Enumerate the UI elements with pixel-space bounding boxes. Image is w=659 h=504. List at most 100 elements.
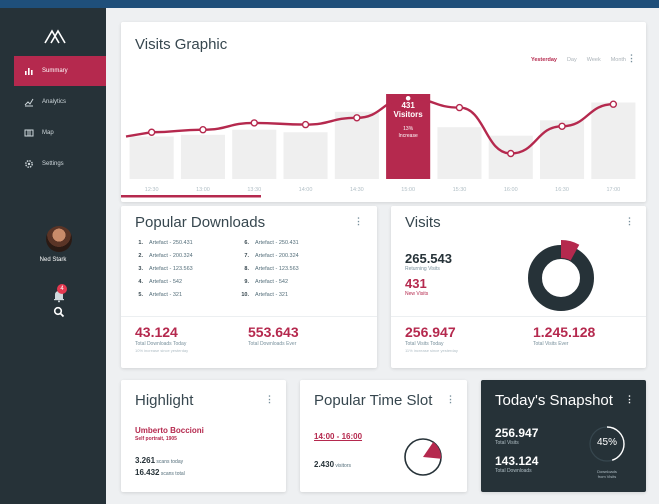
user-name: Ned Stark xyxy=(39,257,67,263)
menu-icon[interactable]: ⋮ xyxy=(265,394,274,405)
highlight-label-0: 431 xyxy=(401,101,415,110)
visits-chart: 12:30 13:00 13:30 14:00 14:30 15:00 15:30 16:00… xyxy=(121,94,636,198)
list-item[interactable]: 2. Artefact - 200.324 xyxy=(131,253,192,266)
returning-visits-label: Returning Visits xyxy=(405,266,440,272)
visits-ever-label: Total Visits Ever xyxy=(533,341,569,347)
card-title: Popular Time Slot xyxy=(314,392,433,409)
downloads-list-right: 6. Artefact - 250.431 7. Artefact - 200.32… xyxy=(237,240,299,305)
snapshot-percent-label-2: from Visits xyxy=(597,474,617,479)
highlight-card: Highlight ⋮ Umberto Boccioni Self portra… xyxy=(121,380,286,492)
list-item[interactable]: 1. Artefact - 250.431 xyxy=(131,240,192,253)
snapshot-downloads-value: 143.124 xyxy=(495,454,539,468)
line-point xyxy=(250,119,258,127)
visits-donut-chart xyxy=(523,240,599,316)
x-tick-label: 13:30 xyxy=(247,187,261,193)
gear-icon xyxy=(25,160,33,168)
card-title: Today's Snapshot xyxy=(495,392,613,409)
avatar[interactable] xyxy=(46,226,72,252)
returning-visits-value: 265.543 xyxy=(405,251,452,266)
line-point xyxy=(301,120,310,129)
sidebar-item-map[interactable]: Map xyxy=(14,118,106,148)
line-point xyxy=(455,103,464,112)
list-item[interactable]: 5. Artefact - 321 xyxy=(131,292,193,305)
time-slot-clock-chart xyxy=(404,438,442,476)
menu-icon[interactable]: ⋮ xyxy=(625,216,634,227)
chart-bar xyxy=(437,127,482,179)
sidebar-item-label: Summary xyxy=(42,68,68,74)
list-item[interactable]: 3. Artefact - 123.563 xyxy=(131,266,192,279)
x-tick-label: 14:00 xyxy=(299,187,313,193)
x-tick-label: 15:00 xyxy=(401,187,415,193)
sidebar-item-label: Map xyxy=(42,130,54,136)
line-point xyxy=(558,122,566,131)
chart-bar xyxy=(591,102,636,179)
downloads-today-label: Total Downloads Today xyxy=(135,341,187,347)
x-tick-label: 16:00 xyxy=(504,187,518,193)
time-slot-visitors: 2.430 visitors xyxy=(314,460,351,469)
visits-card: Visits ⋮ 265.543 Returning Visits 431 Ne… xyxy=(391,206,646,368)
x-tick-label: 14:30 xyxy=(350,187,364,193)
list-item[interactable]: 8. Artefact - 123.563 xyxy=(237,266,298,279)
downloads-today-note: 10% increase since yesterday xyxy=(135,348,189,353)
chart-bar xyxy=(232,129,277,179)
chart-bar xyxy=(488,135,533,179)
new-visits-value: 431 xyxy=(405,276,427,291)
sidebar-item-label: Analytics xyxy=(42,99,67,105)
popular-downloads-card: Popular Downloads ⋮ 1. Artefact - 250.431… xyxy=(121,206,377,368)
line-point xyxy=(609,100,618,108)
menu-icon[interactable]: ⋮ xyxy=(354,216,363,227)
dashboard: Summary Analytics Map Settings Ned Stark… xyxy=(0,8,659,504)
downloads-today-value: 43.124 xyxy=(135,324,178,340)
highlight-label-3: Increase xyxy=(399,133,418,139)
visits-today-label: Total Visits Today xyxy=(405,341,444,347)
highlight-subtitle: Self portrait, 1905 xyxy=(135,436,177,442)
visits-today-value: 256.947 xyxy=(405,324,456,340)
scans-today: 3.261 scans today xyxy=(135,456,184,465)
popular-time-slot-card: Popular Time Slot ⋮ 14:00 - 16:00 2.430 … xyxy=(300,380,467,492)
x-tick-label: 15:30 xyxy=(453,187,467,193)
card-title: Visits xyxy=(405,214,441,231)
highlight-name[interactable]: Umberto Boccioni xyxy=(135,426,204,435)
analytics-icon xyxy=(24,98,34,107)
bar-chart-icon xyxy=(25,68,33,75)
downloads-list-left: 1. Artefact - 250.431 2. Artefact - 200.32… xyxy=(131,240,193,305)
sidebar: Summary Analytics Map Settings Ned Stark… xyxy=(0,8,106,504)
scans-total: 16.432 scans total xyxy=(135,468,185,477)
chart-bar xyxy=(180,134,226,179)
visits-graphic-card: Visits Graphic Yesterday Day Week Month … xyxy=(121,22,646,202)
map-icon xyxy=(24,129,34,137)
x-tick-label: 13:00 xyxy=(196,187,210,193)
highlight-label-2: 13% xyxy=(403,126,414,132)
chart-bar xyxy=(129,136,174,179)
logo-icon[interactable] xyxy=(44,28,66,44)
list-item[interactable]: 6. Artefact - 250.431 xyxy=(237,240,298,253)
line-point xyxy=(199,125,207,134)
search-icon[interactable] xyxy=(53,306,65,318)
line-point xyxy=(147,128,156,136)
card-title: Popular Downloads xyxy=(135,214,266,231)
line-point xyxy=(507,149,515,158)
line-point xyxy=(353,114,361,122)
new-visits-label: New Visits xyxy=(405,291,429,297)
snapshot-visits-value: 256.947 xyxy=(495,426,539,440)
menu-icon[interactable]: ⋮ xyxy=(625,394,634,405)
chart-bar xyxy=(334,111,379,179)
time-slot[interactable]: 14:00 - 16:00 xyxy=(314,432,362,441)
menu-icon[interactable]: ⋮ xyxy=(446,394,455,405)
x-tick-label: 16:30 xyxy=(555,187,569,193)
donut-returning-slice xyxy=(528,245,594,311)
sidebar-item-summary[interactable]: Summary xyxy=(14,56,106,86)
snapshot-downloads-label: Total Downloads xyxy=(495,468,532,474)
list-item[interactable]: 9. Artefact - 542 xyxy=(237,279,299,292)
card-title: Highlight xyxy=(135,392,194,409)
highlight-label-1: Visitors xyxy=(394,110,424,119)
list-item[interactable]: 4. Artefact - 542 xyxy=(131,279,193,292)
sidebar-item-settings[interactable]: Settings xyxy=(14,149,106,179)
todays-snapshot-card: Today's Snapshot ⋮ 256.947 Total Visits … xyxy=(481,380,646,492)
chart-scroll-indicator xyxy=(121,195,261,198)
list-item[interactable]: 10. Artefact - 321 xyxy=(237,292,299,305)
list-item[interactable]: 7. Artefact - 200.324 xyxy=(237,253,298,266)
visits-today-note: 11% increase since yesterday xyxy=(405,348,458,353)
sidebar-item-analytics[interactable]: Analytics xyxy=(14,87,106,117)
snapshot-percent: 45% xyxy=(596,437,617,448)
